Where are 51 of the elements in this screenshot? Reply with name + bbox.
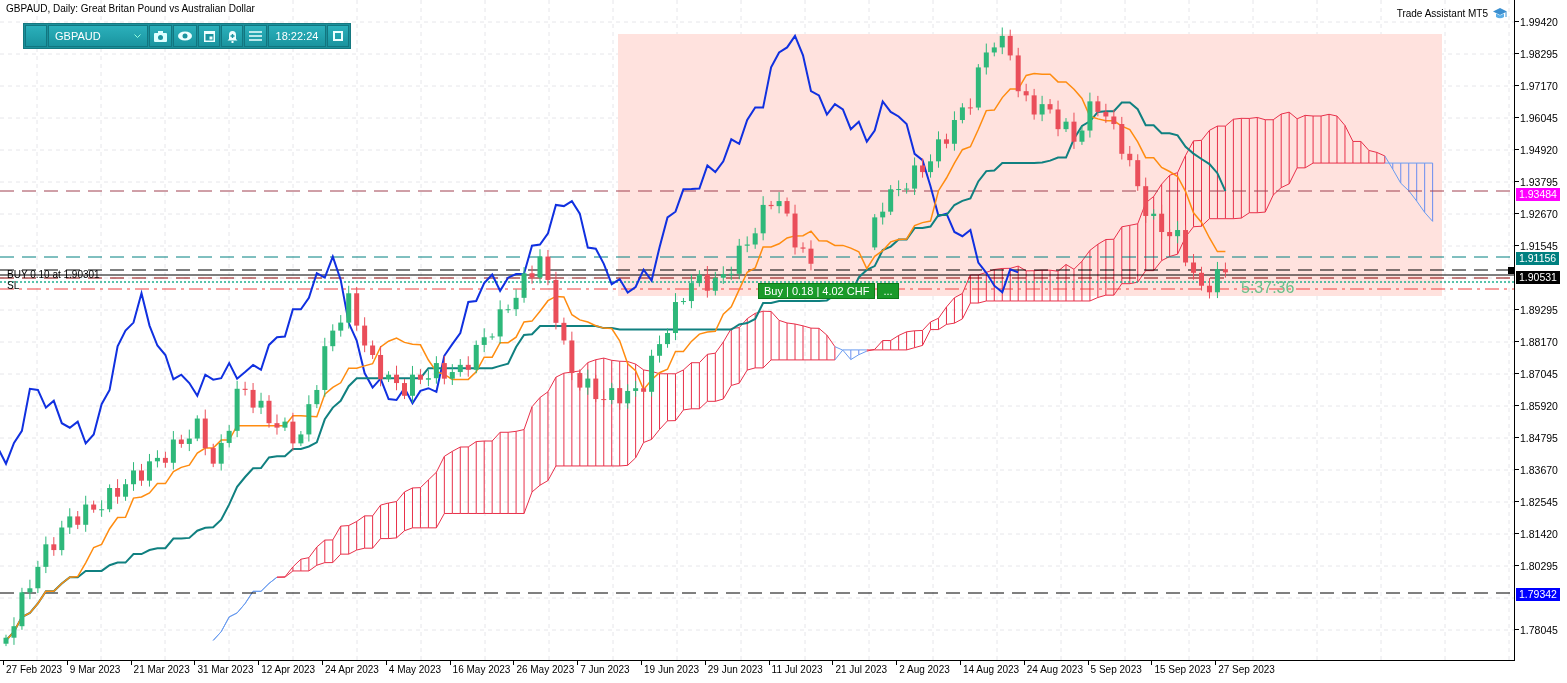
date-tick-label: 4 May 2023 [388,664,442,675]
buy-order-button[interactable]: Buy | 0.18 | 4.02 CHF [758,283,876,299]
date-tick-label: 26 May 2023 [516,664,575,675]
date-tick-label: 11 Jul 2023 [771,664,823,675]
date-tick-label: 15 Sep 2023 [1154,664,1212,675]
price-tick-label: 1.88170 [1520,335,1558,348]
date-tick-label: 27 Feb 2023 [6,664,63,675]
position-label: BUY 0.10 at 1.90301 [7,269,100,280]
price-marker: 1.91156 [1516,252,1560,265]
more-button[interactable]: ... [877,283,899,299]
price-tick-label: 1.85920 [1520,399,1558,412]
date-tick-label: 24 Aug 2023 [1026,664,1083,675]
price-tick-label: 1.97170 [1520,79,1558,92]
stop-loss-label: SL [7,280,20,291]
date-tick-label: 21 Jul 2023 [835,664,888,675]
bar-countdown: 5:37:36 [1241,279,1295,297]
date-tick-label: 29 Jun 2023 [707,664,763,675]
date-tick-label: 5 Sep 2023 [1090,664,1142,675]
date-tick-label: 31 Mar 2023 [197,664,254,675]
price-tick-label: 1.96045 [1520,111,1558,124]
price-tick-label: 1.93795 [1520,175,1558,188]
price-tick-label: 1.83670 [1520,463,1558,476]
assistant-label: Trade Assistant MT5 [1396,8,1488,19]
price-tick-label: 1.98295 [1520,47,1558,60]
clock-display: 18:22:24 [268,25,326,47]
date-tick-label: 27 Sep 2023 [1218,664,1275,675]
date-tick-label: 9 Mar 2023 [69,664,121,675]
chart-title: GBPAUD, Daily: Great Britan Pound vs Australian Dollar [6,3,255,14]
price-marker: 1.79342 [1516,588,1560,601]
date-tick-label: 24 Apr 2023 [325,664,379,675]
price-tick-label: 1.92670 [1520,207,1558,220]
date-tick-label: 19 Jun 2023 [644,664,700,675]
date-tick-label: 21 Mar 2023 [133,664,190,675]
symbol-dropdown[interactable]: GBPAUD [48,25,148,47]
date-tick-label: 14 Aug 2023 [963,664,1020,675]
date-tick-label: 12 Apr 2023 [261,664,316,675]
price-tick-label: 1.80295 [1520,559,1558,572]
price-tick-label: 1.94920 [1520,143,1558,156]
price-tick-label: 1.91545 [1520,239,1558,252]
price-tick-label: 1.99420 [1520,15,1558,28]
price-tick-label: 1.89295 [1520,303,1558,316]
price-marker: 1.90531 [1516,271,1560,284]
date-tick-label: 2 Aug 2023 [899,664,950,675]
price-marker: 1.93484 [1516,188,1560,201]
date-tick-label: 7 Jun 2023 [580,664,630,675]
price-tick-label: 1.87045 [1520,367,1558,380]
price-tick-label: 1.84795 [1520,431,1558,444]
date-tick-label: 16 May 2023 [452,664,511,675]
price-tick-label: 1.82545 [1520,495,1558,508]
price-tick-label: 1.78045 [1520,623,1558,636]
price-tick-label: 1.81420 [1520,527,1558,540]
